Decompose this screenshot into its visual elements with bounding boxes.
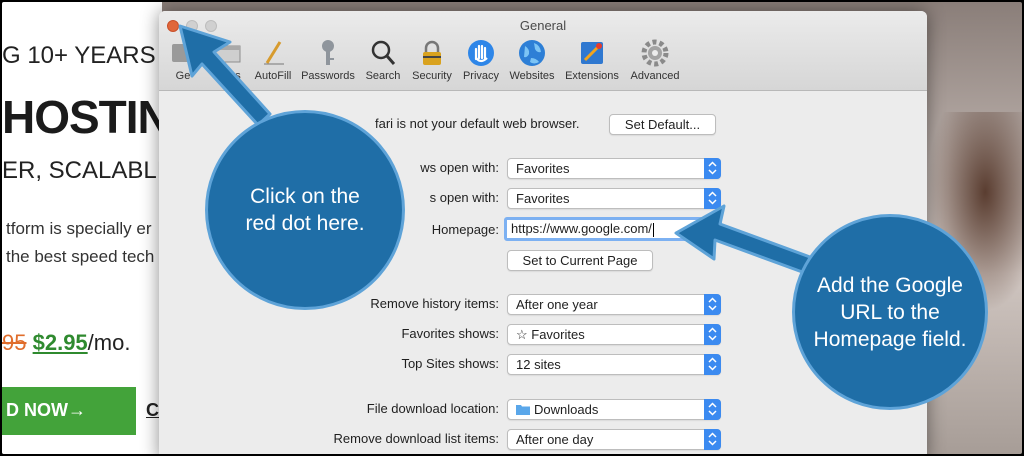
callout-1-line-1: Click on the xyxy=(250,185,360,208)
callout-2-line-1: Add the Google xyxy=(817,273,963,297)
callout-homepage: Add the Google URL to the Homepage field… xyxy=(792,214,988,410)
arrow-to-red-dot xyxy=(178,24,272,127)
callout-2-line-2: URL to the xyxy=(840,300,940,324)
arrow-to-homepage-field xyxy=(674,204,812,275)
callout-red-dot: Click on the red dot here. xyxy=(205,110,405,310)
screenshot-frame: G 10+ YEARS O HOSTIN ER, SCALABLI tform … xyxy=(0,0,1024,456)
callout-1-line-2: red dot here. xyxy=(245,212,365,235)
callout-2-line-3: Homepage field. xyxy=(813,327,967,351)
